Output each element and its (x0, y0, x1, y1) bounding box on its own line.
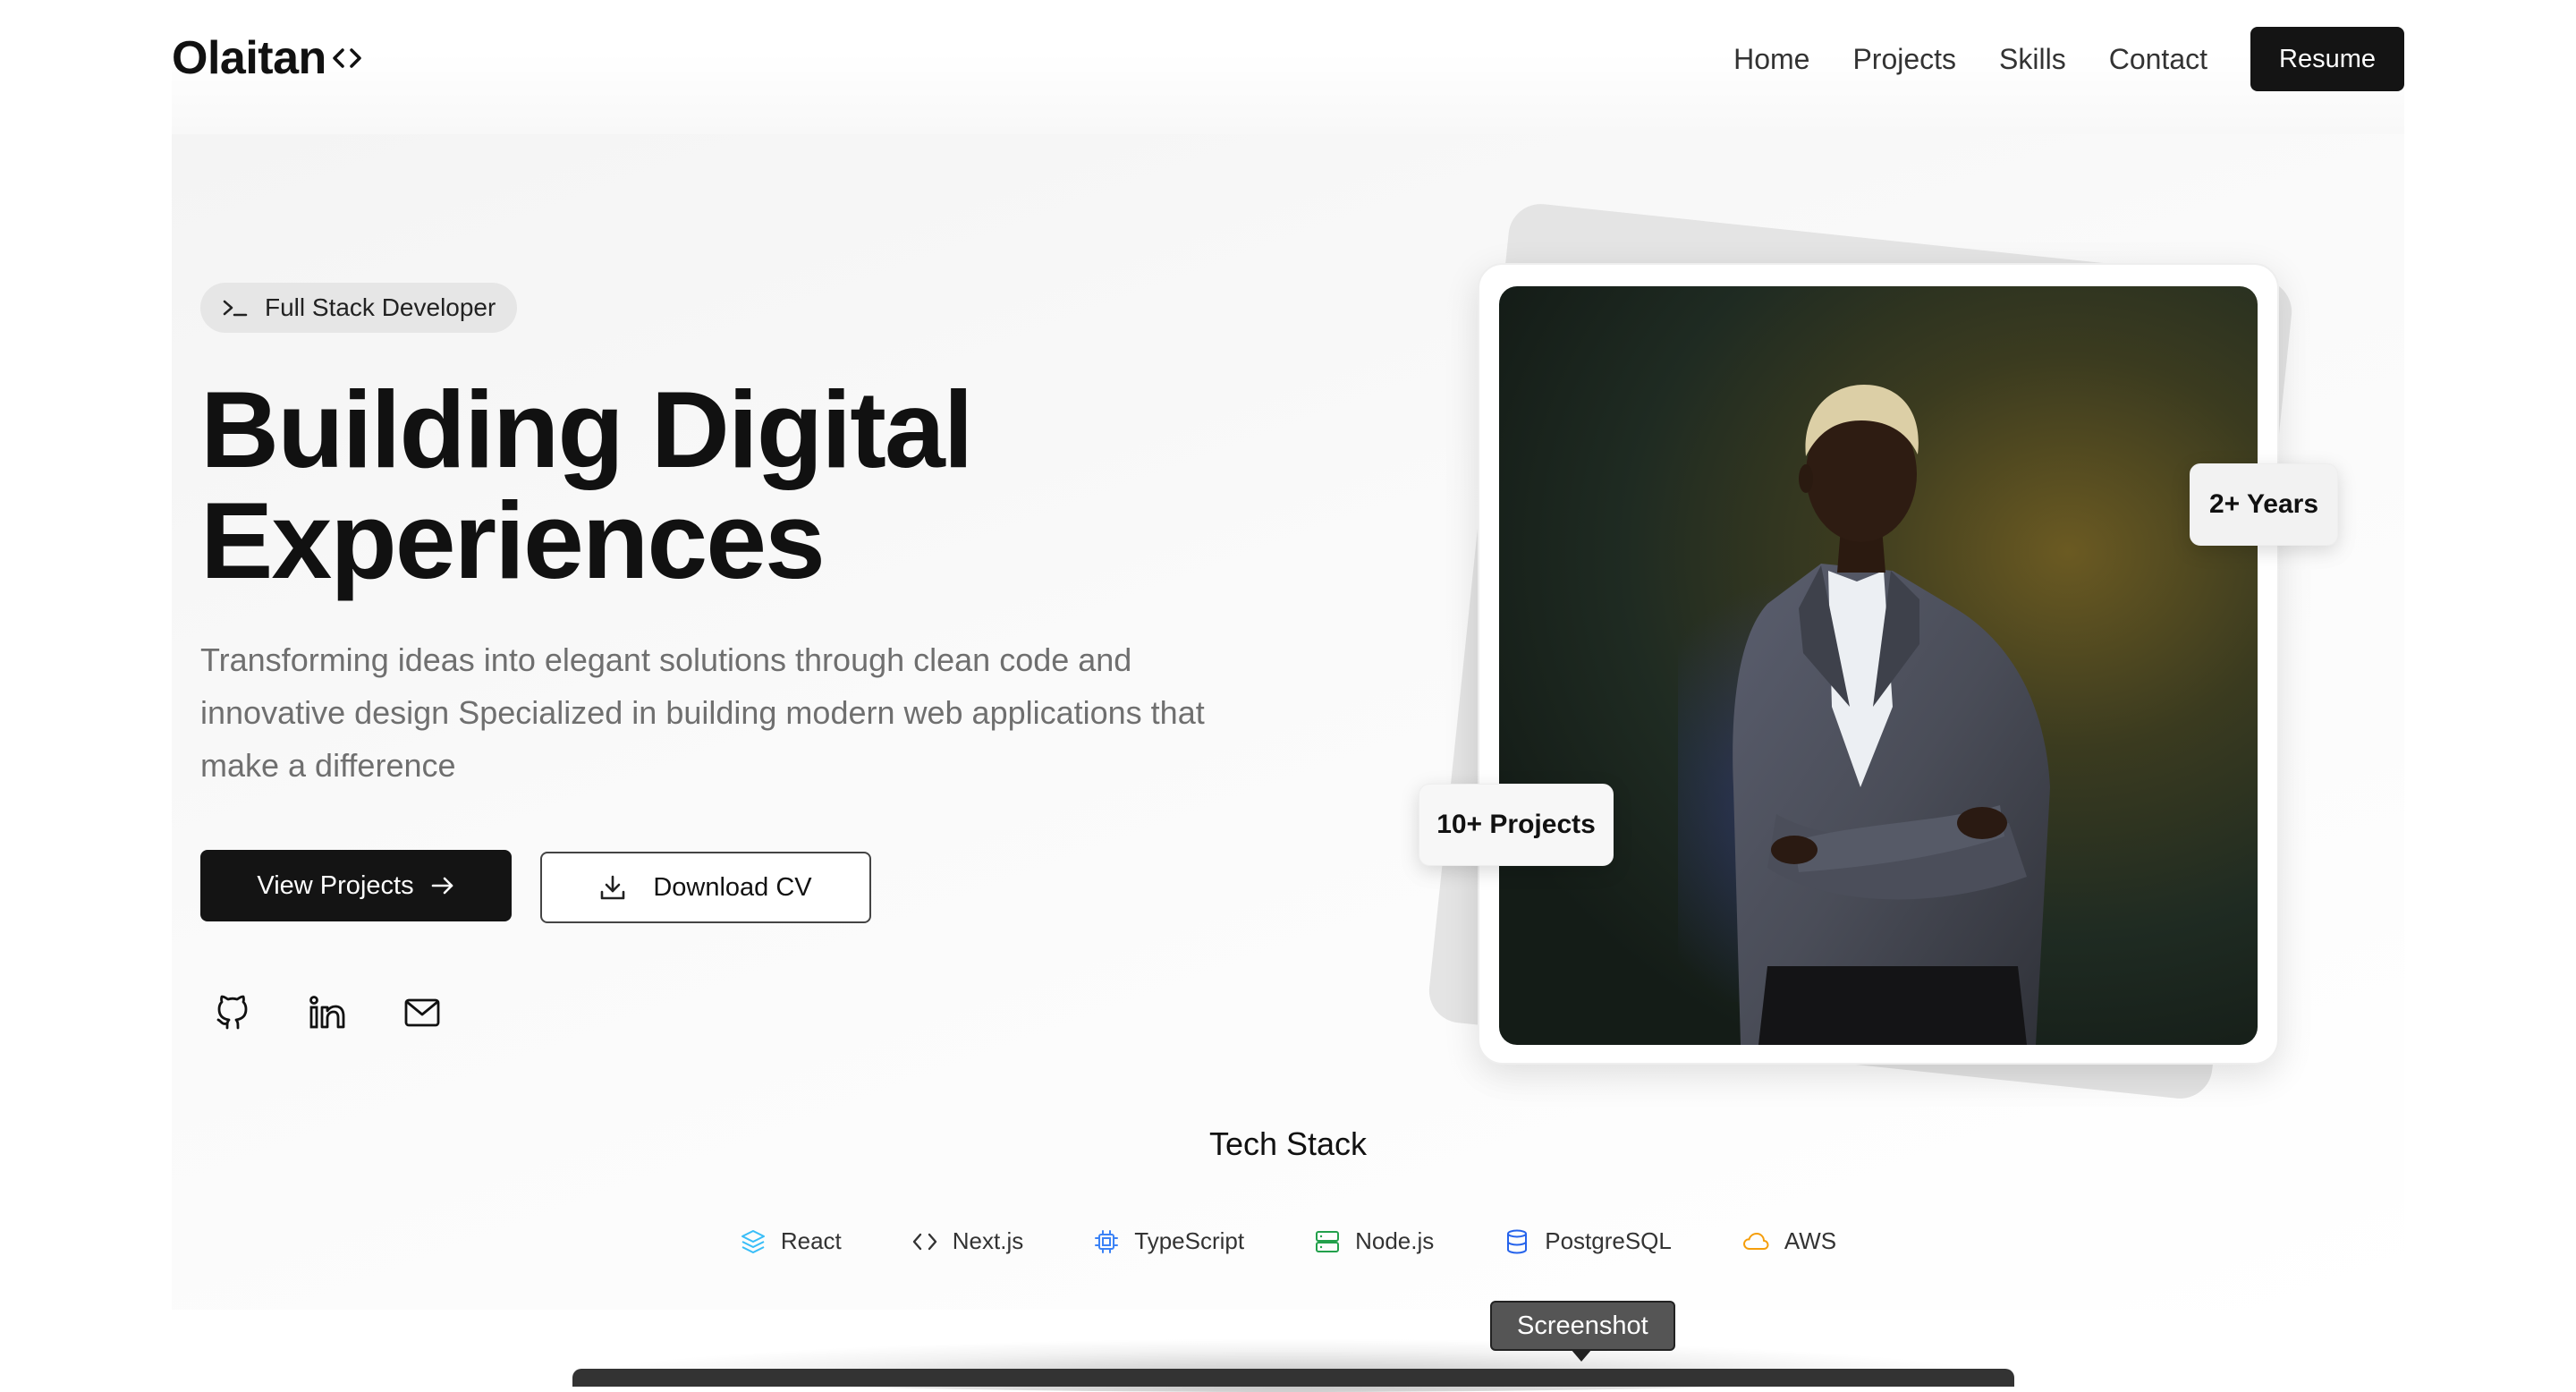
download-icon (599, 874, 626, 901)
cloud-icon (1741, 1231, 1770, 1252)
arrow-right-icon (430, 875, 455, 896)
github-icon[interactable] (211, 991, 254, 1034)
download-cv-label: Download CV (653, 872, 812, 902)
cpu-icon (1093, 1228, 1120, 1255)
tech-label-postgresql: PostgreSQL (1545, 1227, 1672, 1254)
nav-projects[interactable]: Projects (1852, 43, 1956, 76)
profile-photo (1499, 286, 2258, 1045)
mail-icon[interactable] (401, 991, 444, 1034)
tech-item-aws: AWS (1741, 1227, 1836, 1255)
social-links (211, 991, 496, 1034)
role-badge: Full Stack Developer (200, 283, 518, 333)
tech-label-nodejs: Node.js (1355, 1227, 1435, 1254)
view-projects-label: View Projects (257, 870, 414, 900)
tech-item-typescript: TypeScript (1093, 1227, 1244, 1255)
linkedin-icon[interactable] (306, 991, 349, 1034)
code-icon (911, 1231, 938, 1252)
hero-headline: Building Digital Experiences (200, 374, 1363, 596)
tech-label-react: React (780, 1227, 842, 1254)
download-cv-button[interactable]: Download CV (540, 852, 871, 923)
tech-label-nextjs: Next.js (952, 1227, 1024, 1254)
nav-contact[interactable]: Contact (2109, 43, 2207, 76)
stat-projects-badge: 10+ Projects (1419, 784, 1614, 866)
site-logo[interactable]: Olaitan (172, 30, 362, 86)
tooltip-tail (1571, 1349, 1592, 1362)
layers-icon (740, 1228, 767, 1255)
resume-button[interactable]: Resume (2250, 27, 2404, 91)
logo-text: Olaitan (172, 32, 326, 84)
tech-label-aws: AWS (1784, 1227, 1837, 1254)
tech-stack-title: Tech Stack (1208, 1125, 1368, 1162)
hero-subtitle: Transforming ideas into elegant solution… (200, 641, 1205, 784)
role-badge-label: Full Stack Developer (265, 293, 496, 321)
tech-item-react: React (740, 1227, 842, 1255)
screenshot-tooltip: Screenshot (1490, 1301, 1675, 1351)
tech-item-postgresql: PostgreSQL (1504, 1227, 1672, 1255)
next-section-preview (572, 1369, 2014, 1387)
server-icon (1314, 1228, 1341, 1255)
tech-item-nodejs: Node.js (1314, 1227, 1434, 1255)
main-nav: Home Projects Skills Contact Resume (1733, 27, 2404, 91)
person-illustration (1678, 385, 2050, 1045)
nav-home[interactable]: Home (1733, 43, 1809, 76)
database-icon (1504, 1228, 1530, 1255)
tech-label-typescript: TypeScript (1134, 1227, 1245, 1254)
stat-years-badge: 2+ Years (2190, 463, 2338, 546)
tech-stack-list: React Next.js TypeScript Node.js Postgre… (0, 1227, 2576, 1255)
nav-skills[interactable]: Skills (1999, 43, 2066, 76)
code-icon (332, 47, 362, 70)
view-projects-button[interactable]: View Projects (200, 850, 512, 921)
tech-item-nextjs: Next.js (911, 1227, 1023, 1255)
terminal-icon (222, 297, 249, 318)
hero-headline-line1: Building Digital (200, 369, 974, 490)
hero-headline-line2: Experiences (200, 480, 826, 601)
